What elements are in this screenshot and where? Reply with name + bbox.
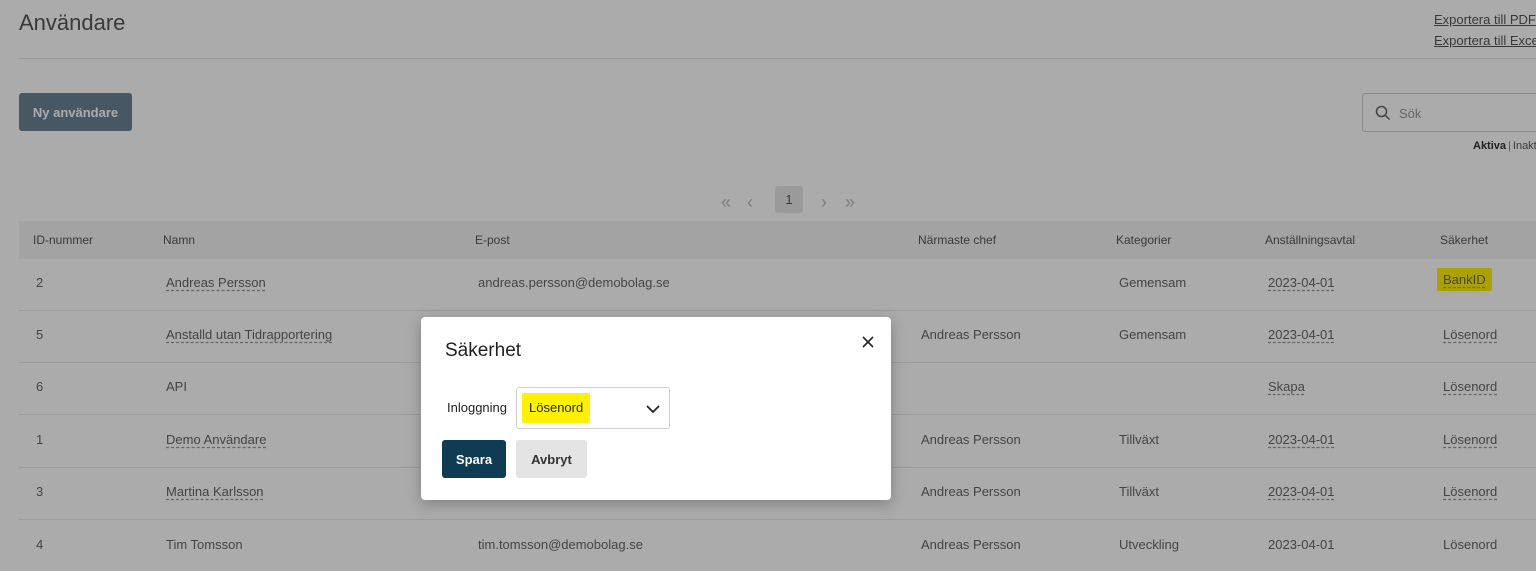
dialog-title: Säkerhet — [445, 340, 522, 361]
login-label: Inloggning — [447, 400, 507, 415]
cancel-button[interactable]: Avbryt — [516, 440, 587, 478]
chevron-down-icon — [646, 405, 660, 414]
close-button[interactable] — [857, 331, 879, 353]
save-button[interactable]: Spara — [442, 440, 506, 478]
login-method-value: Lösenord — [522, 393, 591, 423]
login-method-select[interactable]: Lösenord — [516, 387, 670, 429]
close-icon — [862, 336, 874, 348]
security-dialog: Säkerhet Inloggning Lösenord Spara Avbry… — [421, 317, 891, 500]
